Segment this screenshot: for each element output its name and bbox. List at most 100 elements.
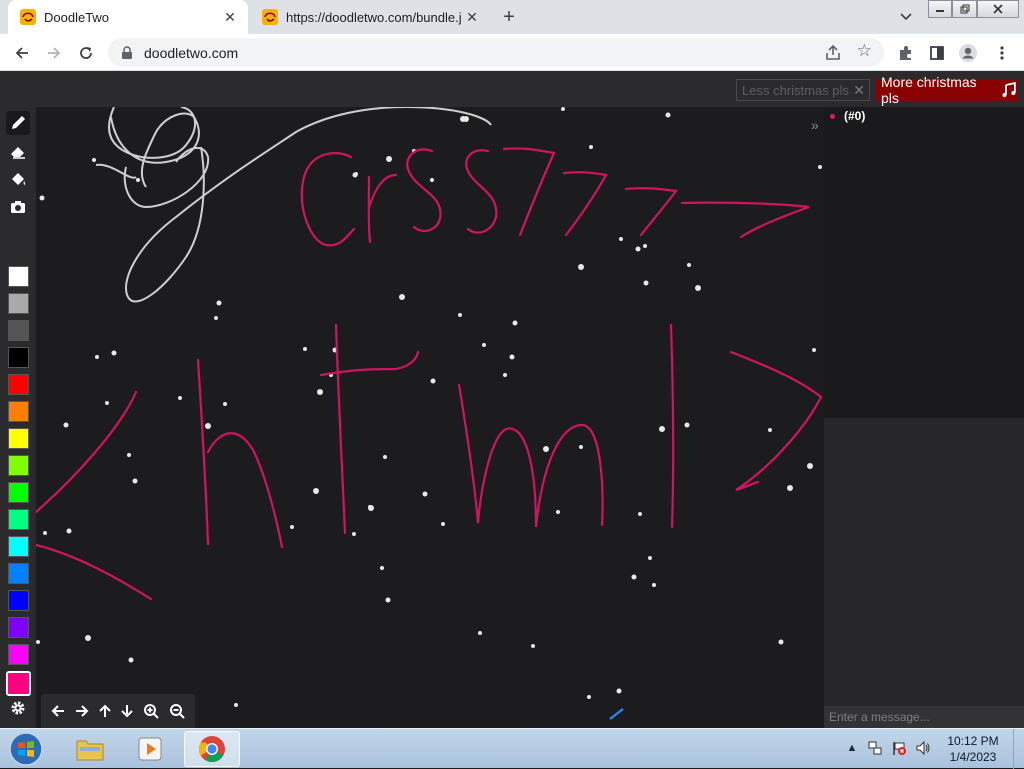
- browser-toolbar: doodletwo.com ☆: [0, 34, 1024, 71]
- snowflake: [812, 348, 816, 352]
- eraser-tool[interactable]: [6, 139, 30, 163]
- drawing-canvas[interactable]: [36, 107, 824, 728]
- snowflake: [478, 631, 482, 635]
- close-tab-icon[interactable]: ✕: [462, 7, 482, 27]
- zoom-out-button[interactable]: [167, 701, 187, 721]
- chrome-menu-icon[interactable]: [992, 43, 1012, 63]
- snowflake: [589, 145, 593, 149]
- taskbar-chrome[interactable]: [184, 731, 240, 767]
- snowflake: [643, 244, 647, 248]
- snowflake: [684, 422, 690, 428]
- snowflake: [352, 532, 356, 536]
- side-panel-icon[interactable]: [927, 43, 947, 63]
- taskbar-media-player[interactable]: [122, 731, 178, 767]
- action-center-flag-icon[interactable]: [890, 739, 908, 757]
- pencil-tool[interactable]: [6, 111, 30, 135]
- arrow-down-button[interactable]: [117, 701, 137, 721]
- snowflake: [92, 158, 96, 162]
- close-tab-icon[interactable]: ✕: [220, 7, 240, 27]
- snowflake: [128, 657, 134, 663]
- color-swatch[interactable]: [8, 536, 29, 557]
- snowflake: [512, 320, 518, 326]
- snowflake: [807, 463, 813, 469]
- taskbar-explorer[interactable]: [62, 731, 118, 767]
- system-clock[interactable]: 10:12 PM 1/4/2023: [934, 733, 1012, 765]
- snowflake: [303, 347, 307, 351]
- tab-title: DoodleTwo: [44, 9, 110, 25]
- address-bar[interactable]: doodletwo.com ☆: [108, 38, 884, 67]
- color-swatch[interactable]: [8, 590, 29, 611]
- color-swatch[interactable]: [8, 428, 29, 449]
- color-swatch[interactable]: [8, 617, 29, 638]
- snowflake: [178, 396, 182, 400]
- doodletwo-favicon-icon: [20, 9, 36, 25]
- snowflake: [665, 112, 671, 118]
- red-strokes: [36, 147, 823, 601]
- snowflake: [531, 644, 535, 648]
- snowflake: [578, 264, 584, 270]
- camera-icon: [11, 201, 25, 213]
- settings-button[interactable]: [6, 696, 30, 720]
- user-list-item: (#0): [830, 109, 865, 123]
- new-tab-button[interactable]: +: [498, 6, 520, 28]
- arrow-up-button[interactable]: [95, 701, 115, 721]
- arrow-right-button[interactable]: [72, 701, 92, 721]
- clock-time: 10:12 PM: [947, 734, 999, 748]
- chat-messages-panel: [824, 418, 1024, 706]
- zoom-in-button[interactable]: [141, 701, 161, 721]
- more-christmas-button[interactable]: More christmas pls: [875, 74, 1017, 106]
- color-swatch[interactable]: [8, 374, 29, 395]
- color-swatch[interactable]: [8, 482, 29, 503]
- snowflake: [214, 316, 218, 320]
- chat-message-input[interactable]: [824, 706, 1024, 728]
- snowflake: [85, 635, 91, 641]
- color-swatch[interactable]: [8, 320, 29, 341]
- extensions-puzzle-icon[interactable]: [896, 43, 916, 63]
- color-swatch[interactable]: [8, 644, 29, 665]
- snowflake: [234, 703, 238, 707]
- less-christmas-button[interactable]: Less christmas pls ✕: [736, 79, 870, 101]
- canvas-drawing: [36, 107, 823, 720]
- color-swatch[interactable]: [8, 455, 29, 476]
- share-icon[interactable]: [824, 44, 842, 62]
- minimize-window-button[interactable]: [928, 0, 952, 18]
- close-window-button[interactable]: [977, 0, 1019, 18]
- tab-bundle-js[interactable]: https://doodletwo.com/bundle.js ✕: [250, 0, 490, 34]
- color-swatch[interactable]: [8, 509, 29, 530]
- snowflake: [482, 343, 486, 347]
- show-hidden-icons-button[interactable]: ▲: [843, 739, 861, 757]
- snowflake: [127, 453, 131, 457]
- collapse-panel-button[interactable]: »: [811, 117, 819, 133]
- color-swatch[interactable]: [8, 293, 29, 314]
- snowflake: [95, 355, 99, 359]
- network-icon[interactable]: [866, 739, 884, 757]
- arrow-left-button[interactable]: [48, 701, 68, 721]
- show-desktop-button[interactable]: [1013, 729, 1024, 769]
- volume-icon[interactable]: [914, 739, 932, 757]
- reload-icon[interactable]: [74, 41, 98, 65]
- snowflake: [36, 640, 40, 644]
- snowflake: [652, 583, 656, 587]
- snowflake: [635, 246, 641, 252]
- snowflake: [463, 116, 469, 122]
- forward-arrow-icon[interactable]: [42, 41, 66, 65]
- color-swatch[interactable]: [8, 401, 29, 422]
- tab-search-chevron-icon[interactable]: [896, 8, 916, 26]
- user-name: (#0): [844, 109, 866, 123]
- restore-window-button[interactable]: [952, 0, 977, 18]
- fill-tool[interactable]: [6, 167, 30, 191]
- start-button[interactable]: [6, 731, 46, 767]
- snowflake: [39, 195, 45, 201]
- color-swatch[interactable]: [8, 347, 29, 368]
- back-arrow-icon[interactable]: [10, 41, 34, 65]
- screenshot-tool[interactable]: [6, 195, 30, 219]
- color-swatch[interactable]: [6, 671, 31, 696]
- color-swatch[interactable]: [8, 266, 29, 287]
- color-swatch[interactable]: [8, 563, 29, 584]
- profile-avatar-icon[interactable]: [958, 43, 978, 63]
- tab-doodletwo[interactable]: DoodleTwo ✕: [8, 0, 248, 34]
- snowflake: [399, 294, 405, 300]
- snowflake: [687, 263, 691, 267]
- snowflake: [290, 525, 294, 529]
- bookmark-star-icon[interactable]: ☆: [857, 41, 872, 61]
